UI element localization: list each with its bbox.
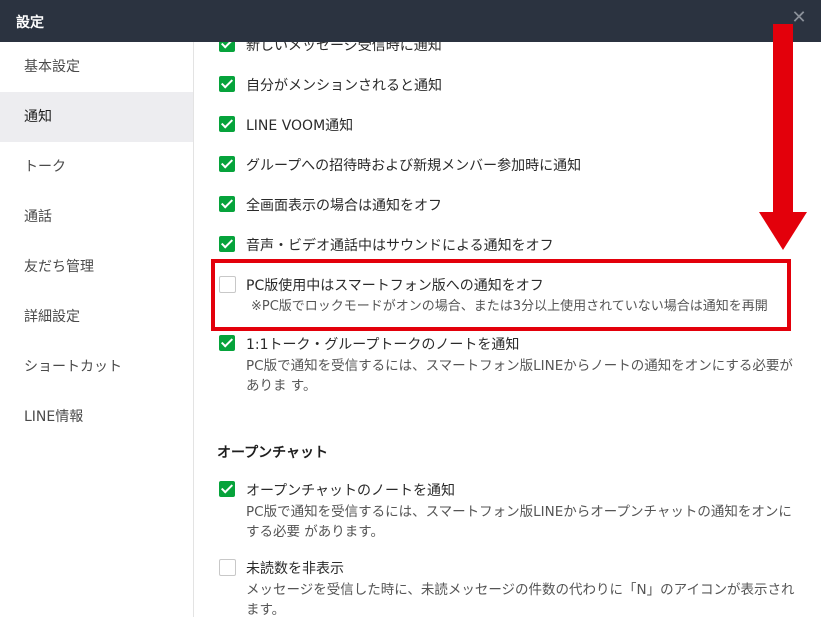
talk-note-checkbox[interactable] xyxy=(219,335,235,351)
group-invite-label: グループへの招待時および新規メンバー参加時に通知 xyxy=(246,158,582,174)
open-chat-note-checkbox[interactable] xyxy=(219,481,235,497)
fullscreen-off-label: 全画面表示の場合は通知をオフ xyxy=(246,198,442,214)
call-sound-off-checkbox[interactable] xyxy=(219,236,235,252)
voom-checkbox[interactable] xyxy=(219,116,235,132)
sidebar-item-basic[interactable]: 基本設定 xyxy=(0,42,193,92)
open-chat-section-title: オープンチャット xyxy=(217,445,329,461)
red-arrow-down-icon xyxy=(759,212,807,250)
hide-unread-checkbox[interactable] xyxy=(219,559,236,576)
talk-note-description: PC版で通知を受信するには、スマートフォン版LINEからノートの通知をオンにする… xyxy=(246,358,793,394)
voom-label: LINE VOOM通知 xyxy=(246,118,354,134)
hide-unread-description: メッセージを受信した時に、未読メッセージの件数の代わりに「N」のアイコンが表示さ… xyxy=(246,582,795,617)
hide-unread-label: 未読数を非表示 xyxy=(246,561,344,577)
sidebar-item-advanced[interactable]: 詳細設定 xyxy=(0,292,193,342)
new-message-checkbox[interactable] xyxy=(219,42,235,52)
call-sound-off-label: 音声・ビデオ通話中はサウンドによる通知をオフ xyxy=(246,238,554,254)
red-arrow-shaft xyxy=(773,24,793,214)
sidebar-item-friends[interactable]: 友だち管理 xyxy=(0,242,193,292)
sidebar-item-calls[interactable]: 通話 xyxy=(0,192,193,242)
highlight-box xyxy=(211,259,791,331)
title-bar: 設定 ✕ xyxy=(0,0,821,42)
group-invite-checkbox[interactable] xyxy=(219,156,235,172)
sidebar-item-shortcuts[interactable]: ショートカット xyxy=(0,342,193,392)
window-title: 設定 xyxy=(16,15,44,31)
talk-note-label: 1:1トーク・グループトークのノートを通知 xyxy=(246,337,520,353)
fullscreen-off-checkbox[interactable] xyxy=(219,196,235,212)
settings-sidebar: 基本設定 通知 トーク 通話 友だち管理 詳細設定 ショートカット LINE情報 xyxy=(0,42,194,617)
sidebar-item-about[interactable]: LINE情報 xyxy=(0,392,193,442)
open-chat-note-label: オープンチャットのノートを通知 xyxy=(246,483,456,499)
sidebar-item-notifications[interactable]: 通知 xyxy=(0,92,193,142)
new-message-label: 新しいメッセージ受信時に通知 xyxy=(246,42,442,54)
settings-window: 設定 ✕ 基本設定 通知 トーク 通話 友だち管理 詳細設定 ショートカット L… xyxy=(0,0,821,617)
mention-label: 自分がメンションされると通知 xyxy=(246,78,442,94)
mention-checkbox[interactable] xyxy=(219,76,235,92)
sidebar-item-talk[interactable]: トーク xyxy=(0,142,193,192)
open-chat-note-description: PC版で通知を受信するには、スマートフォン版LINEからオープンチャットの通知を… xyxy=(246,504,792,540)
